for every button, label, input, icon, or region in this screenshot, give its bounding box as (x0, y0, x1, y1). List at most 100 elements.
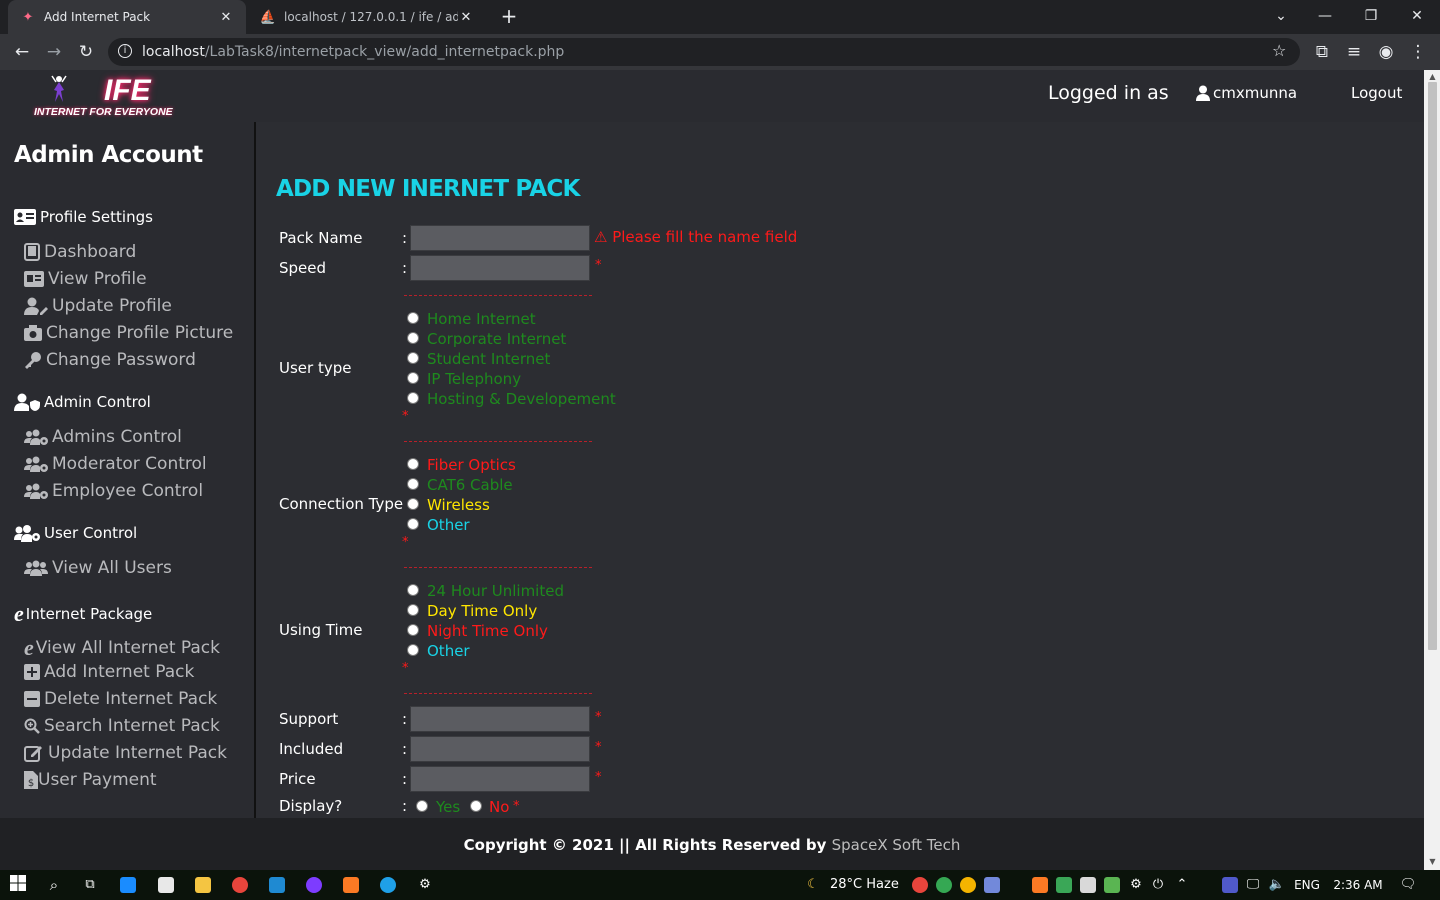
xampp-icon[interactable] (343, 877, 359, 893)
volume-icon[interactable]: 🔈 (1268, 875, 1286, 895)
notifications-icon[interactable]: 🗨 (1398, 875, 1418, 895)
option-fiber-optics[interactable]: Fiber Optics (427, 456, 516, 474)
bookmark-star-icon[interactable]: ☆ (1272, 41, 1286, 60)
close-tab-icon[interactable]: ✕ (458, 10, 474, 25)
radio-24-hour-unlimited[interactable] (407, 584, 419, 596)
tray-network-icon[interactable] (936, 877, 952, 893)
reading-list-icon[interactable]: ≡ (1342, 40, 1366, 64)
tray-power-icon[interactable]: ⏻ (1150, 875, 1166, 895)
tray-shield-icon[interactable] (1056, 877, 1072, 893)
tray-gear-icon[interactable]: ⚙ (1128, 875, 1144, 895)
tray-defender-icon[interactable] (1080, 877, 1096, 893)
logout-link[interactable]: Logout (1351, 84, 1402, 102)
radio-hosting-development[interactable] (407, 392, 419, 404)
close-tab-icon[interactable]: ✕ (218, 10, 234, 25)
store-icon[interactable] (158, 877, 174, 893)
minimize-button[interactable]: — (1310, 4, 1340, 28)
restore-button[interactable]: ❐ (1356, 4, 1386, 28)
discord-icon[interactable] (984, 877, 1000, 893)
network-icon[interactable]: 🖵 (1244, 875, 1262, 895)
option-corporate-internet[interactable]: Corporate Internet (427, 330, 566, 348)
github-icon[interactable] (306, 877, 322, 893)
radio-cat6-cable[interactable] (407, 478, 419, 490)
scroll-down-arrow-icon[interactable]: ▼ (1428, 857, 1437, 866)
option-display-yes[interactable]: Yes (436, 798, 460, 816)
tray-security-icon[interactable] (1104, 877, 1120, 893)
vscode-icon[interactable] (269, 877, 285, 893)
sidebar-item-admins-control[interactable]: Admins Control (24, 427, 182, 447)
clock[interactable]: 2:36 AM (1330, 875, 1386, 895)
radio-ip-telephony[interactable] (407, 372, 419, 384)
menu-dots-icon[interactable]: ⋮ (1406, 40, 1430, 64)
tray-xampp-icon[interactable] (1032, 877, 1048, 893)
tab-phpmyadmin[interactable]: ⛵ localhost / 127.0.0.1 / ife / admin ✕ (248, 0, 486, 34)
radio-fiber-optics[interactable] (407, 458, 419, 470)
sidebar-item-change-password[interactable]: Change Password (24, 350, 196, 370)
pack-name-input[interactable] (410, 225, 590, 251)
option-home-internet[interactable]: Home Internet (427, 310, 536, 328)
user-link[interactable]: cmxmunna (1196, 84, 1297, 102)
back-button[interactable]: ← (10, 40, 34, 64)
option-connection-other[interactable]: Other (427, 516, 470, 534)
teams-icon[interactable] (1222, 877, 1238, 893)
radio-night-time-only[interactable] (407, 624, 419, 636)
sidebar-item-user-payment[interactable]: $ User Payment (24, 770, 157, 790)
site-logo[interactable]: IFE INTERNET FOR EVERYONE (32, 72, 173, 120)
radio-home-internet[interactable] (407, 312, 419, 324)
option-day-time-only[interactable]: Day Time Only (427, 602, 537, 620)
radio-corporate-internet[interactable] (407, 332, 419, 344)
sidebar-item-view-profile[interactable]: View Profile (24, 269, 147, 289)
sidebar-item-add-internet-pack[interactable]: Add Internet Pack (24, 662, 194, 682)
radio-display-no[interactable] (470, 800, 482, 812)
radio-connection-other[interactable] (407, 518, 419, 530)
scroll-up-arrow-icon[interactable]: ▲ (1428, 72, 1437, 81)
radio-wireless[interactable] (407, 498, 419, 510)
chrome-icon[interactable] (232, 877, 248, 893)
option-night-time-only[interactable]: Night Time Only (427, 622, 548, 640)
site-info-icon[interactable]: i (118, 44, 132, 58)
sidebar-item-view-all-internet-pack[interactable]: e View All Internet Pack (24, 635, 220, 661)
radio-student-internet[interactable] (407, 352, 419, 364)
notepad-icon[interactable] (120, 877, 136, 893)
profile-avatar-icon[interactable]: ◉ (1374, 40, 1398, 64)
sidebar-item-change-profile-picture[interactable]: Change Profile Picture (24, 323, 233, 343)
close-window-button[interactable]: ✕ (1402, 4, 1432, 28)
option-cat6-cable[interactable]: CAT6 Cable (427, 476, 513, 494)
option-display-no[interactable]: No (489, 798, 509, 816)
support-input[interactable] (410, 706, 590, 732)
price-input[interactable] (410, 766, 590, 792)
sidebar-item-employee-control[interactable]: Employee Control (24, 481, 203, 501)
tray-app-icon[interactable] (960, 877, 976, 893)
file-explorer-icon[interactable] (195, 877, 211, 893)
language-indicator[interactable]: ENG (1292, 875, 1322, 895)
sidebar-item-view-all-users[interactable]: View All Users (24, 558, 172, 578)
sidebar-item-search-internet-pack[interactable]: Search Internet Pack (24, 716, 220, 736)
speed-input[interactable] (410, 255, 590, 281)
task-view-icon[interactable]: ⧉ (80, 875, 100, 895)
tab-search-icon[interactable]: ⌄ (1266, 4, 1296, 28)
sidebar-item-update-internet-pack[interactable]: Update Internet Pack (24, 743, 227, 763)
option-hosting-development[interactable]: Hosting & Developement (427, 390, 616, 408)
option-student-internet[interactable]: Student Internet (427, 350, 550, 368)
option-using-time-other[interactable]: Other (427, 642, 470, 660)
option-ip-telephony[interactable]: IP Telephony (427, 370, 521, 388)
radio-day-time-only[interactable] (407, 604, 419, 616)
tab-add-internet-pack[interactable]: ✦ Add Internet Pack ✕ (8, 0, 246, 34)
extensions-icon[interactable]: ⧉ (1310, 40, 1334, 64)
option-wireless[interactable]: Wireless (427, 496, 490, 514)
option-24-hour-unlimited[interactable]: 24 Hour Unlimited (427, 582, 564, 600)
scrollbar-thumb[interactable] (1428, 82, 1437, 650)
sidebar-item-delete-internet-pack[interactable]: Delete Internet Pack (24, 689, 217, 709)
tray-chevron-icon[interactable]: ⌃ (1174, 875, 1190, 895)
included-input[interactable] (410, 736, 590, 762)
edge-icon[interactable] (380, 877, 396, 893)
search-icon[interactable]: ⌕ (44, 875, 64, 895)
sidebar-item-moderator-control[interactable]: Moderator Control (24, 454, 207, 474)
new-tab-button[interactable]: + (498, 6, 520, 28)
forward-button[interactable]: → (42, 40, 66, 64)
weather-text[interactable]: 28°C Haze (830, 875, 906, 895)
windows-start-icon[interactable] (8, 875, 28, 895)
sidebar-item-update-profile[interactable]: Update Profile (24, 296, 172, 316)
tray-chrome-icon[interactable] (912, 877, 928, 893)
reload-button[interactable]: ↻ (74, 40, 98, 64)
